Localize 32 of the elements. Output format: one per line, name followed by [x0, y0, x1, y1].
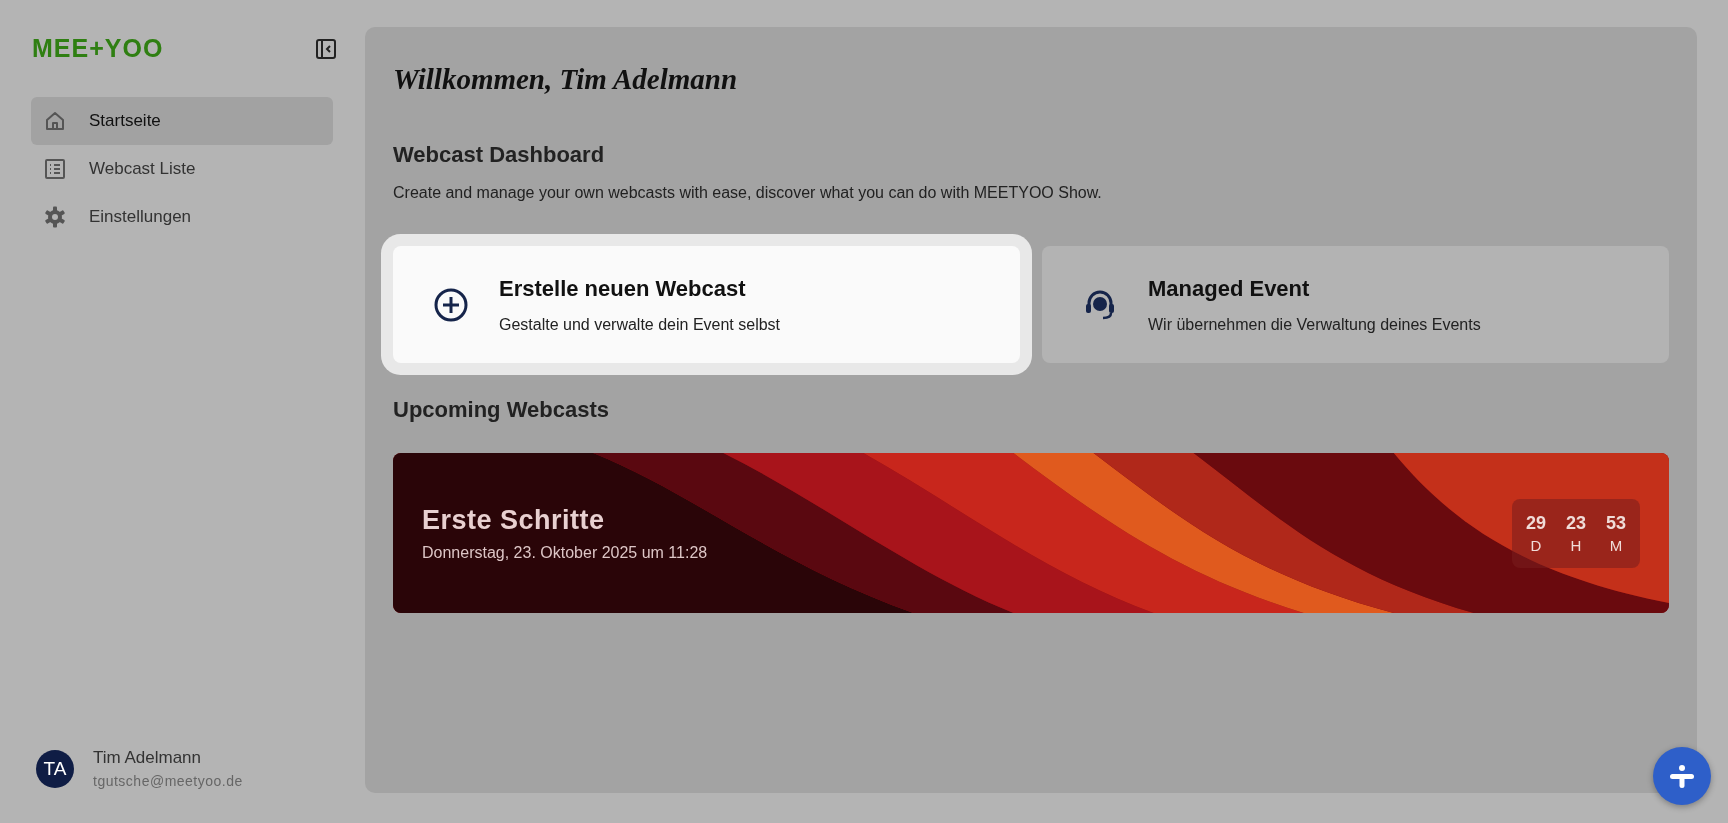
home-icon	[43, 109, 67, 133]
countdown-unit: D	[1530, 536, 1542, 554]
card-title: Erstelle neuen Webcast	[499, 275, 747, 302]
webcast-title: Erste Schritte	[422, 504, 606, 536]
user-name: Tim Adelmann	[93, 748, 203, 768]
user-email: tgutsche@meetyoo.de	[93, 773, 243, 789]
card-subtitle: Gestalte und verwalte dein Event selbst	[499, 315, 781, 334]
sidebar-item[interactable]: Startseite	[31, 97, 333, 145]
section-heading: Upcoming Webcasts	[393, 397, 610, 423]
sidebar-item[interactable]: Einstellungen	[31, 193, 333, 241]
settings-icon	[43, 205, 67, 229]
countdown-unit: H	[1570, 536, 1582, 554]
card-subtitle: Wir übernehmen die Verwaltung deines Events	[1148, 315, 1481, 334]
countdown-unit: M	[1609, 536, 1623, 554]
user-avatar: TA	[36, 749, 74, 788]
collapse-sidebar-icon[interactable]	[316, 38, 336, 59]
countdown-value: 53	[1605, 512, 1626, 534]
logo: MEE+YOO	[32, 34, 164, 63]
countdown-value: 23	[1565, 512, 1586, 534]
webcast-date: Donnerstag, 23. Oktober 2025 um 11:28	[422, 543, 708, 562]
card-title: Managed Event	[1148, 275, 1311, 302]
webcast-banner[interactable]: Erste Schritte Donnerstag, 23. Oktober 2025 um 11:28 29 D 23 H 53 M	[393, 453, 1669, 613]
sidebar-item[interactable]: Webcast Liste	[31, 145, 333, 193]
description: Create and manage your own webcasts with ease, discover what you can do with MEETYOO Show.	[393, 184, 1103, 202]
list-icon	[43, 157, 67, 181]
action-card[interactable]: Managed Event Wir übernehmen die Verwaltung deines Events	[1042, 246, 1669, 363]
section-heading: Webcast Dashboard	[393, 142, 606, 168]
welcome-title: Willkommen, Tim Adelmann	[393, 63, 738, 96]
countdown-value: 29	[1525, 512, 1546, 534]
plus-circle-icon	[433, 286, 469, 323]
add-fab-button[interactable]	[1653, 747, 1711, 805]
plus-icon	[1668, 762, 1696, 790]
